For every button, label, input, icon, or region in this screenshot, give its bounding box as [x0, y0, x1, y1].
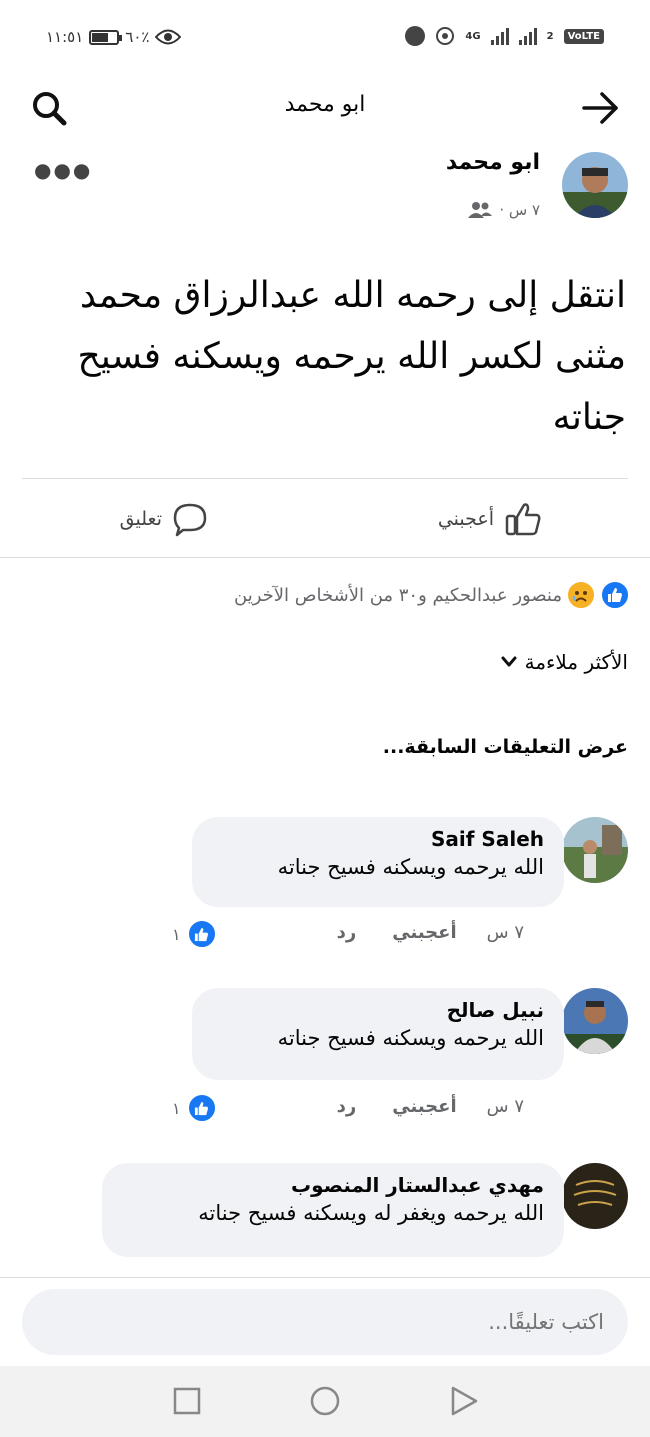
- signal-icon-2: [518, 27, 537, 45]
- comment-composer[interactable]: [22, 1289, 628, 1355]
- comment-like-count[interactable]: ١: [172, 919, 217, 949]
- comment-bubble-icon: [173, 503, 207, 537]
- sim-number: 2: [546, 30, 554, 42]
- battery-icon: [89, 29, 123, 45]
- battery-percent: ٦٠٪: [125, 28, 150, 46]
- comment-actions: ٧ س أعجبني رد: [337, 1096, 524, 1117]
- alarm-icon: [405, 26, 426, 46]
- divider-bottom: [0, 557, 650, 558]
- comment-actions: ٧ س أعجبني رد: [337, 922, 524, 943]
- like-reaction-icon: [186, 919, 217, 949]
- whatsapp-icon: [436, 27, 455, 45]
- composer-divider: [0, 1277, 650, 1278]
- eye-icon: [155, 29, 182, 45]
- like-reaction-icon: [186, 1093, 217, 1123]
- top-bar: ابو محمد: [0, 72, 650, 144]
- sort-dropdown[interactable]: الأكثر ملاءمة: [501, 650, 628, 674]
- comment-like-button[interactable]: أعجبني: [392, 922, 456, 943]
- comment-time: ٧ س: [486, 1096, 524, 1117]
- comment-reply-button[interactable]: رد: [337, 922, 357, 943]
- volte-badge: VoLTE: [563, 28, 604, 44]
- comment-text: الله يرحمه ويغفر له ويسكنه فسيح جناته: [198, 1201, 544, 1225]
- reactions-text: منصور عبدالحكيم و٣٠ من الأشخاص الآخرين: [234, 584, 562, 606]
- thumbs-up-icon: [505, 503, 541, 536]
- reactions-summary[interactable]: منصور عبدالحكيم و٣٠ من الأشخاص الآخرين: [234, 580, 630, 610]
- comment-button[interactable]: تعليق: [120, 494, 208, 544]
- status-right: 4G 2 VoLTE: [405, 26, 604, 46]
- post-time: ٧ س ·: [499, 201, 540, 219]
- post-text: انتقل إلى رحمه الله عبدالرزاق محمد مثنى …: [77, 275, 627, 438]
- like-button[interactable]: أعجبني: [438, 494, 542, 544]
- view-previous-comments-link[interactable]: عرض التعليقات السابقة...: [383, 736, 628, 758]
- page-title: ابو محمد: [284, 92, 366, 117]
- recent-apps-icon[interactable]: [170, 1384, 204, 1418]
- comment-avatar-1[interactable]: [562, 817, 628, 883]
- comment-author[interactable]: Saif Saleh: [212, 827, 544, 851]
- clock: ١١:٥١: [46, 28, 84, 46]
- comment-author[interactable]: مهدي عبدالستار المنصوب: [122, 1173, 544, 1197]
- back-triangle-icon[interactable]: [446, 1384, 480, 1418]
- divider-top: [22, 478, 628, 479]
- comment-avatar-2[interactable]: [562, 988, 628, 1054]
- comment-label: تعليق: [119, 508, 162, 530]
- post-meta: ٧ س ·: [467, 200, 540, 220]
- signal-icon-1: [490, 27, 509, 45]
- comment-bubble: نبيل صالح الله يرحمه ويسكنه فسيح جناته: [192, 988, 564, 1080]
- comment-like-count[interactable]: ١: [172, 1093, 217, 1123]
- more-options-icon[interactable]: ●●●: [34, 158, 92, 182]
- like-count-number: ١: [172, 1098, 181, 1118]
- like-label: أعجبني: [437, 508, 494, 530]
- sort-label: الأكثر ملاءمة: [524, 650, 628, 674]
- chevron-down-icon: [501, 656, 517, 667]
- home-icon[interactable]: [308, 1384, 342, 1418]
- comment-like-button[interactable]: أعجبني: [392, 1096, 456, 1117]
- comment-avatar-3[interactable]: [562, 1163, 628, 1229]
- friends-audience-icon: [468, 202, 493, 218]
- like-reaction-icon: [600, 580, 630, 610]
- system-nav-bar: [0, 1366, 650, 1437]
- network-type: 4G: [465, 30, 481, 42]
- back-arrow-icon[interactable]: [578, 88, 622, 128]
- comment-input[interactable]: [46, 1303, 604, 1341]
- comment-text: الله يرحمه ويسكنه فسيح جناته: [277, 855, 544, 879]
- comment-bubble: مهدي عبدالستار المنصوب الله يرحمه ويغفر …: [102, 1163, 564, 1257]
- comment-time: ٧ س: [486, 922, 524, 943]
- post-author-avatar[interactable]: [562, 152, 628, 218]
- comment-reply-button[interactable]: رد: [337, 1096, 357, 1117]
- post-author-name[interactable]: ابو محمد: [446, 150, 540, 175]
- status-left: ١١:٥١ ٦٠٪: [46, 28, 182, 46]
- comment-author[interactable]: نبيل صالح: [212, 998, 544, 1022]
- sad-reaction-icon: [566, 580, 596, 610]
- status-bar: ١١:٥١ ٦٠٪ 4G 2 VoLTE: [0, 0, 650, 72]
- like-count-number: ١: [172, 924, 181, 944]
- comment-text: الله يرحمه ويسكنه فسيح جناته: [277, 1026, 544, 1050]
- comment-bubble: Saif Saleh الله يرحمه ويسكنه فسيح جناته: [192, 817, 564, 907]
